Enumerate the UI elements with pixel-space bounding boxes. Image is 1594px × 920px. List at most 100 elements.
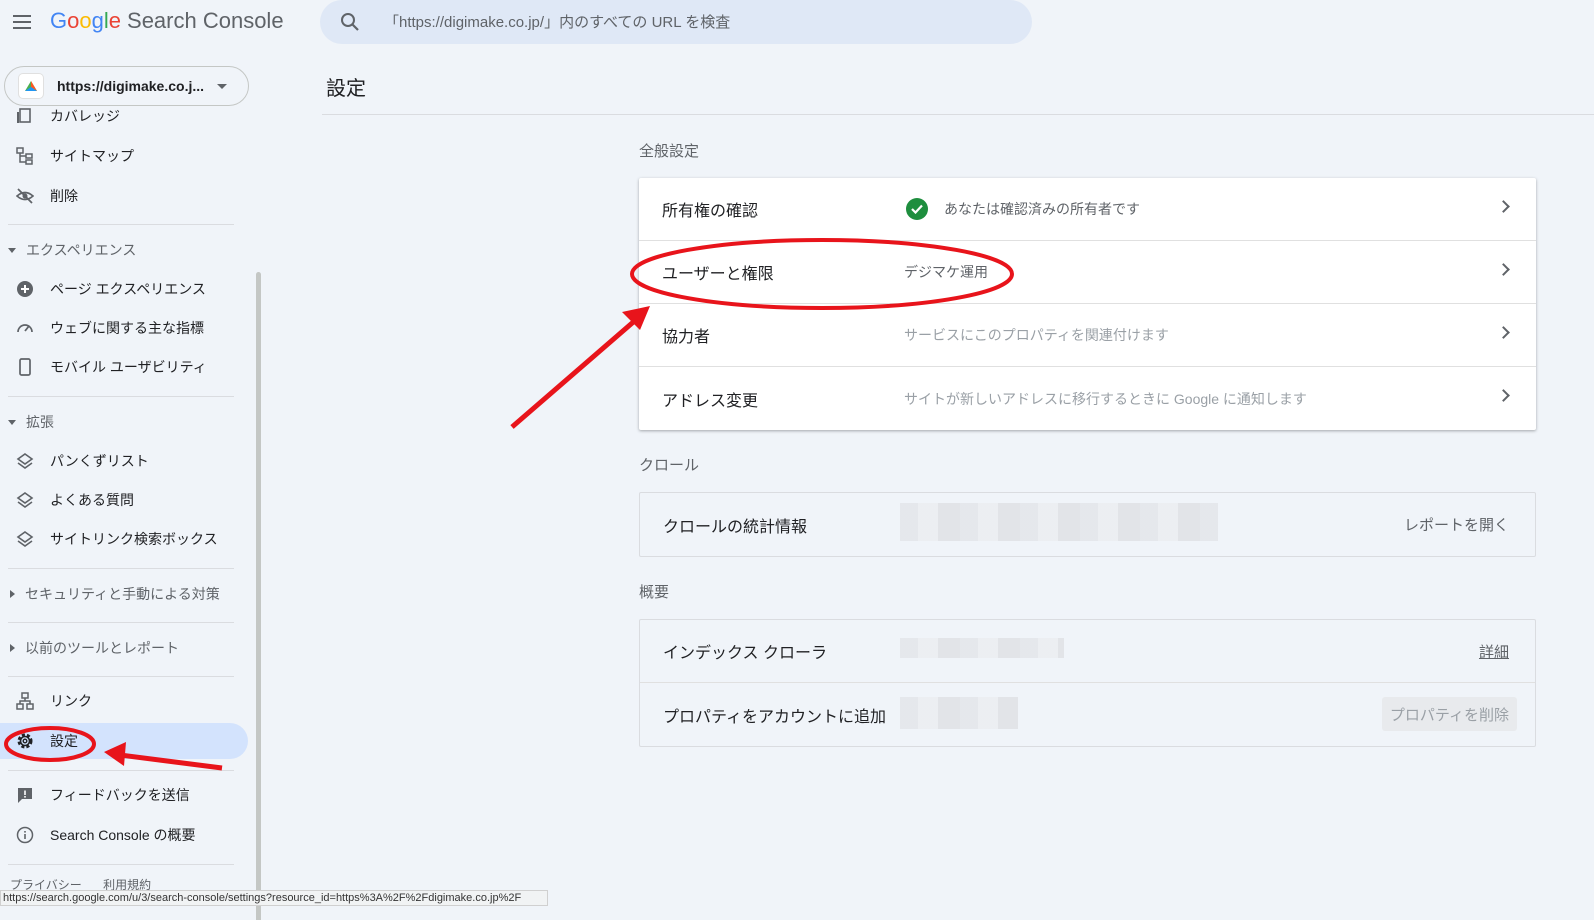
row-associations[interactable]: 協力者 サービスにこのプロパティを関連付けます (639, 304, 1536, 367)
sidebar-item-faq[interactable]: よくある質問 (0, 482, 248, 518)
sidebar-item-feedback[interactable]: フィードバックを送信 (0, 777, 248, 813)
sidebar-item-label: ページ エクスペリエンス (50, 281, 206, 297)
sidebar-item-label: 設定 (50, 733, 78, 749)
sidebar-item-sitelinks-searchbox[interactable]: サイトリンク検索ボックス (0, 521, 248, 557)
remove-property-button[interactable]: プロパティを削除 (1381, 697, 1517, 731)
row-value: サイトが新しいアドレスに移行するときに Google に通知します (904, 390, 1307, 407)
layers-icon (16, 491, 34, 509)
layers-icon (16, 452, 34, 470)
row-crawl-stats[interactable]: クロールの統計情報 レポートを開く (640, 493, 1535, 556)
overview-card: インデックス クローラ 詳細 プロパティをアカウントに追加 プロパティを削除 (639, 619, 1536, 747)
row-label: アドレス変更 (662, 392, 759, 410)
sidebar-scrollbar[interactable] (256, 272, 261, 920)
row-label: クロールの統計情報 (663, 518, 808, 536)
section-crawl: クロール (639, 457, 700, 474)
caret-right-icon (10, 644, 15, 652)
section-security[interactable]: セキュリティと手動による対策 (0, 579, 240, 609)
logo-letter: o (67, 8, 80, 33)
sidebar-item-label: よくある質問 (50, 492, 134, 508)
section-experience[interactable]: エクスペリエンス (0, 235, 240, 265)
sidebar-item-about[interactable]: Search Console の概要 (0, 817, 248, 853)
chevron-down-icon (217, 83, 227, 89)
section-enhancements[interactable]: 拡張 (0, 407, 240, 437)
status-bar-url: https://search.google.com/u/3/search-con… (0, 890, 548, 906)
chevron-right-icon (1497, 263, 1510, 276)
sidebar-item-settings[interactable]: 設定 (0, 723, 248, 759)
divider (8, 396, 234, 397)
sidebar-item-removals[interactable]: 削除 (0, 178, 248, 214)
sidebar-item-label: モバイル ユーザビリティ (50, 359, 207, 375)
sidebar-item-breadcrumbs[interactable]: パンくずリスト (0, 443, 248, 479)
sidebar-item-label: パンくずリスト (50, 453, 149, 469)
hamburger-menu-icon[interactable] (8, 8, 36, 36)
gear-icon (16, 732, 34, 750)
sidebar: https://digimake.co.j... カバレッジ サイトマップ 削除… (0, 44, 262, 920)
section-label: 以前のツールとレポート (25, 640, 179, 656)
row-label: プロパティをアカウントに追加 (663, 708, 887, 726)
section-label: セキュリティと手動による対策 (25, 586, 220, 602)
section-overview: 概要 (639, 584, 670, 601)
logo-letter: o (79, 8, 92, 33)
row-label: 協力者 (662, 329, 711, 346)
sitemap-icon (16, 147, 34, 165)
row-label: ユーザーと権限 (662, 266, 774, 283)
coverage-icon (16, 107, 34, 125)
speedometer-icon (16, 319, 34, 337)
logo-letter: g (91, 8, 104, 33)
layers-icon (16, 530, 34, 548)
row-ownership-verification[interactable]: 所有権の確認 あなたは確認済みの所有者です (639, 178, 1536, 241)
sidebar-item-label: リンク (50, 693, 92, 709)
feedback-icon (16, 786, 34, 804)
sidebar-item-label: サイトマップ (50, 148, 134, 164)
divider (8, 224, 234, 225)
app-logo[interactable]: Google Search Console (50, 8, 284, 34)
phone-icon (16, 358, 34, 376)
divider (322, 114, 1594, 115)
row-index-crawler: インデックス クローラ 詳細 (640, 620, 1535, 683)
url-inspection-search (320, 0, 1032, 44)
chevron-right-icon (1497, 326, 1510, 339)
row-users-permissions[interactable]: ユーザーと権限 デジマケ運用 (639, 241, 1536, 304)
crawl-card: クロールの統計情報 レポートを開く (639, 492, 1536, 557)
sidebar-item-page-experience[interactable]: ページ エクスペリエンス (0, 271, 248, 307)
sidebar-item-label: カバレッジ (50, 108, 120, 124)
blurred-value (900, 638, 1064, 658)
chevron-right-icon (1497, 200, 1510, 213)
info-icon (16, 826, 34, 844)
row-value: サービスにこのプロパティを関連付けます (904, 327, 1169, 343)
sidebar-item-label: ウェブに関する主な指標 (50, 320, 204, 336)
removals-icon (16, 187, 34, 205)
ownership-status: あなたは確認済みの所有者です (944, 201, 1140, 217)
divider (8, 568, 234, 569)
blurred-value (900, 697, 1018, 729)
caret-down-icon (8, 247, 16, 253)
sidebar-item-label: フィードバックを送信 (50, 787, 190, 803)
row-change-of-address[interactable]: アドレス変更 サイトが新しいアドレスに移行するときに Google に通知します (639, 367, 1536, 430)
divider (8, 770, 234, 771)
page-title: 設定 (326, 78, 366, 100)
row-value: あなたは確認済みの所有者です (904, 198, 1140, 220)
row-label: インデックス クローラ (663, 645, 827, 662)
check-circle-icon (906, 198, 928, 220)
annotation-arrow-users (510, 316, 640, 429)
page-experience-icon (16, 280, 34, 298)
chevron-right-icon (1497, 389, 1510, 402)
sidebar-item-core-web-vitals[interactable]: ウェブに関する主な指標 (0, 310, 248, 346)
property-favicon-icon (19, 74, 43, 98)
blurred-value (900, 503, 1218, 541)
top-bar: Google Search Console (0, 0, 1594, 44)
details-link[interactable]: 詳細 (1479, 641, 1509, 662)
search-icon[interactable] (338, 10, 362, 34)
sidebar-item-sitemap[interactable]: サイトマップ (0, 138, 248, 174)
section-label: エクスペリエンス (26, 242, 137, 258)
open-report-button[interactable]: レポートを開く (1404, 514, 1509, 535)
sidebar-item-mobile-usability[interactable]: モバイル ユーザビリティ (0, 349, 248, 385)
sidebar-item-links[interactable]: リンク (0, 683, 248, 719)
sidebar-item-label: サイトリンク検索ボックス (50, 531, 218, 547)
search-input[interactable] (384, 6, 1004, 38)
property-selector[interactable]: https://digimake.co.j... (4, 66, 249, 106)
row-value: デジマケ運用 (904, 264, 988, 280)
general-settings-card: 所有権の確認 あなたは確認済みの所有者です ユーザーと権限 デジマケ運用 協力者… (639, 178, 1536, 430)
property-url: https://digimake.co.j... (57, 78, 205, 94)
section-legacy-tools[interactable]: 以前のツールとレポート (0, 633, 240, 663)
